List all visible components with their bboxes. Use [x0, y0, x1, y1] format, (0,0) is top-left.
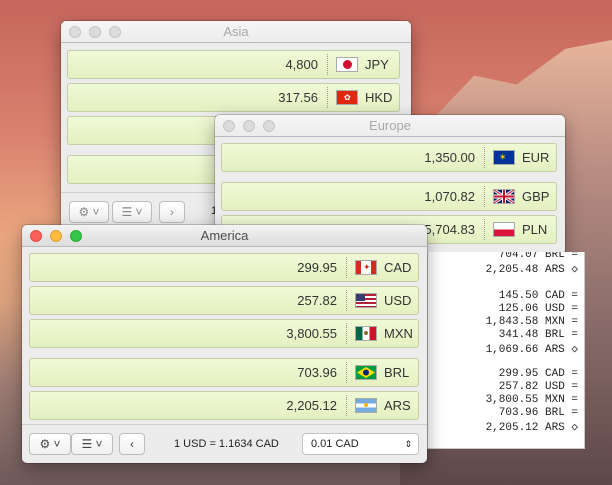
zoom-button[interactable] [109, 26, 121, 38]
currency-row-usd[interactable]: 257.82 USD [29, 286, 419, 315]
amount-field[interactable]: 257.82 [30, 293, 346, 308]
amount-field[interactable]: 2,205.12 [30, 398, 346, 413]
hong-kong-flag-icon: ✿ [336, 90, 358, 105]
currency-code[interactable]: GBP [522, 189, 556, 204]
list-line: 2,205.48 ARS ◇ [485, 264, 578, 276]
list-line: 145.50 CAD = [498, 290, 578, 302]
zoom-button[interactable] [263, 120, 275, 132]
toggle-drawer-button[interactable]: › [159, 201, 185, 223]
updown-chevron-icon: ⇕ [404, 439, 412, 449]
poland-flag-icon [493, 222, 515, 237]
row-divider [327, 54, 328, 75]
list-line: 703.96 BRL = [498, 407, 578, 419]
currency-code[interactable]: CAD [384, 260, 418, 275]
gear-menu-button[interactable]: ⚙ ˅ [69, 201, 109, 223]
eu-flag-icon: ✶ [493, 150, 515, 165]
amount-field[interactable]: 1,070.82 [222, 189, 484, 204]
currency-row-ars[interactable]: 2,205.12 ARS [29, 391, 419, 420]
window-title: Europe [369, 118, 411, 133]
row-divider [484, 219, 485, 240]
canada-flag-icon: ✦ [355, 260, 377, 275]
europe-titlebar[interactable]: Europe [215, 115, 565, 137]
list-line: 2,205.12 ARS ◇ [485, 422, 578, 434]
list-line: 704.07 BRL = [498, 252, 578, 261]
conversion-history-list[interactable]: 704.07 BRL = 2,205.48 ARS ◇ 145.50 CAD =… [427, 252, 585, 449]
list-line: 1,069.66 ARS ◇ [485, 344, 578, 356]
row-divider [484, 147, 485, 168]
amount-field[interactable]: 3,800.55 [30, 326, 346, 341]
amount-field[interactable]: 1,350.00 [222, 150, 484, 165]
currency-code[interactable]: EUR [522, 150, 556, 165]
gear-menu-button[interactable]: ⚙ ˅ [29, 433, 71, 455]
close-button[interactable] [223, 120, 235, 132]
currency-row-gbp[interactable]: 1,070.82 GBP [221, 182, 557, 211]
asia-titlebar[interactable]: Asia [61, 21, 411, 43]
precision-value: 0.01 CAD [311, 438, 359, 450]
minimize-button[interactable] [89, 26, 101, 38]
list-line: 1,843.58 MXN = [485, 316, 578, 328]
currency-row-eur[interactable]: 1,350.00 ✶ EUR [221, 143, 557, 172]
list-menu-button[interactable]: ☰ ˅ [71, 433, 113, 455]
close-button[interactable] [69, 26, 81, 38]
argentina-flag-icon [355, 398, 377, 413]
brazil-flag-icon [355, 365, 377, 380]
currency-code[interactable]: ARS [384, 398, 418, 413]
currency-row-cad[interactable]: 299.95 ✦ CAD [29, 253, 419, 282]
currency-row-hkd[interactable]: 317.56 ✿ HKD [67, 83, 400, 112]
list-menu-button[interactable]: ☰ ˅ [112, 201, 152, 223]
mexico-flag-icon [355, 326, 377, 341]
america-window: America 299.95 ✦ CAD 257.82 USD 3,800.55… [22, 225, 427, 463]
exchange-rate-label: 1 USD = 1.1634 CAD [174, 438, 279, 450]
america-bottom-bar: ⚙ ˅ ☰ ˅ ‹ 1 USD = 1.1634 CAD 0.01 CAD ⇕ [22, 424, 427, 463]
list-line: 299.95 CAD = [498, 368, 578, 380]
america-titlebar[interactable]: America [22, 225, 427, 247]
row-divider [346, 395, 347, 416]
currency-code[interactable]: JPY [365, 57, 399, 72]
row-divider [346, 290, 347, 311]
row-divider [346, 362, 347, 383]
precision-select[interactable]: 0.01 CAD ⇕ [302, 433, 419, 455]
amount-field[interactable]: 299.95 [30, 260, 346, 275]
currency-code[interactable]: MXN [384, 326, 418, 341]
window-title: America [200, 228, 249, 243]
amount-field[interactable]: 317.56 [68, 90, 327, 105]
usa-flag-icon [355, 293, 377, 308]
uk-flag-icon [493, 189, 515, 204]
amount-field[interactable]: 4,800 [68, 57, 327, 72]
amount-field[interactable]: 703.96 [30, 365, 346, 380]
zoom-button[interactable] [70, 230, 82, 242]
currency-code[interactable]: HKD [365, 90, 399, 105]
japan-flag-icon [336, 57, 358, 72]
close-button[interactable] [30, 230, 42, 242]
currency-code[interactable]: BRL [384, 365, 418, 380]
currency-row-jpy[interactable]: 4,800 JPY [67, 50, 400, 79]
list-line: 3,800.55 MXN = [485, 394, 578, 406]
toggle-drawer-button[interactable]: ‹ [119, 433, 145, 455]
minimize-button[interactable] [50, 230, 62, 242]
row-divider [327, 87, 328, 108]
minimize-button[interactable] [243, 120, 255, 132]
currency-row-mxn[interactable]: 3,800.55 MXN [29, 319, 419, 348]
row-divider [346, 257, 347, 278]
list-line: 125.06 USD = [498, 303, 578, 315]
list-line: 257.82 USD = [498, 381, 578, 393]
currency-code[interactable]: USD [384, 293, 418, 308]
row-divider [346, 323, 347, 344]
currency-row-brl[interactable]: 703.96 BRL [29, 358, 419, 387]
currency-code[interactable]: PLN [522, 222, 556, 237]
window-title: Asia [223, 24, 249, 39]
list-line: 341.48 BRL = [498, 329, 578, 341]
row-divider [484, 186, 485, 207]
